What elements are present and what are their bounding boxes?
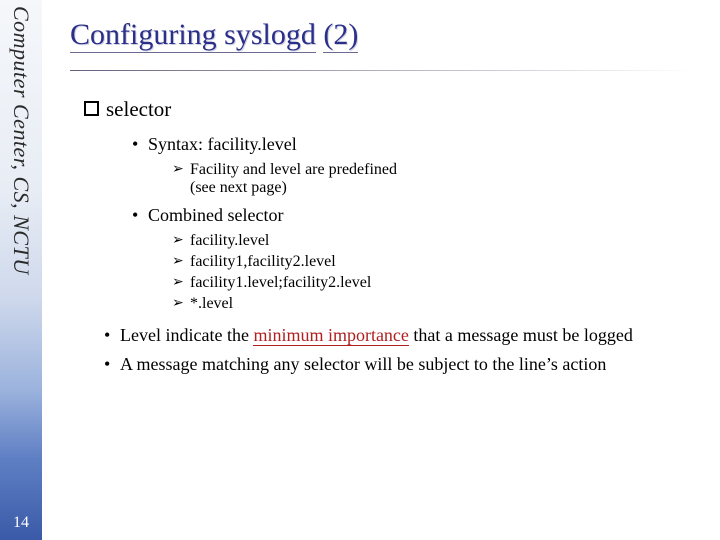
combined-c: facility1.level;facility2.level bbox=[172, 274, 702, 292]
match-note-item: A message matching any selector will be … bbox=[104, 354, 702, 375]
combined-b: facility1,facility2.level bbox=[172, 253, 702, 271]
syntax-sublist: Facility and level are predefined (see n… bbox=[172, 161, 702, 197]
combined-heading-text: Combined selector bbox=[148, 205, 283, 225]
sidebar-band: Computer Center, CS, NCTU 14 bbox=[0, 0, 42, 540]
top-list: selector Syntax: facility.level Facility… bbox=[84, 97, 702, 375]
minimum-importance: minimum importance bbox=[253, 325, 408, 346]
level-note-item: Level indicate the minimum importance th… bbox=[104, 325, 702, 346]
match-text: A message matching any selector will be … bbox=[120, 354, 606, 374]
syntax-text: Syntax: facility.level bbox=[148, 134, 297, 154]
sidebar-org-text: Computer Center, CS, NCTU bbox=[8, 6, 34, 275]
level-post: that a message must be logged bbox=[409, 325, 633, 345]
combined-a: facility.level bbox=[172, 232, 702, 250]
level-pre: Level indicate the bbox=[120, 325, 253, 345]
selector-heading-text: selector bbox=[106, 97, 171, 121]
title-suffix: (2) bbox=[323, 18, 358, 53]
slide-title: Configuring syslogd (2) bbox=[70, 18, 702, 52]
page-number: 14 bbox=[0, 514, 42, 532]
title-main: Configuring syslogd bbox=[70, 18, 316, 53]
combined-d: *.level bbox=[172, 295, 702, 313]
slide-content: Configuring syslogd (2) selector Syntax:… bbox=[62, 0, 702, 385]
syntax-item: Syntax: facility.level Facility and leve… bbox=[132, 134, 702, 197]
selector-notes-list: Level indicate the minimum importance th… bbox=[104, 325, 702, 375]
syntax-sub1-text: Facility and level are predefined bbox=[190, 161, 397, 178]
syntax-sub2-text: (see next page) bbox=[190, 179, 287, 196]
selector-sublist: Syntax: facility.level Facility and leve… bbox=[132, 134, 702, 313]
selector-heading-item: selector Syntax: facility.level Facility… bbox=[84, 97, 702, 375]
combined-sublist: facility.level facility1,facility2.level… bbox=[172, 232, 702, 313]
syntax-sub1: Facility and level are predefined (see n… bbox=[172, 161, 702, 197]
title-rule bbox=[70, 70, 694, 71]
combined-item: Combined selector facility.level facilit… bbox=[132, 205, 702, 313]
